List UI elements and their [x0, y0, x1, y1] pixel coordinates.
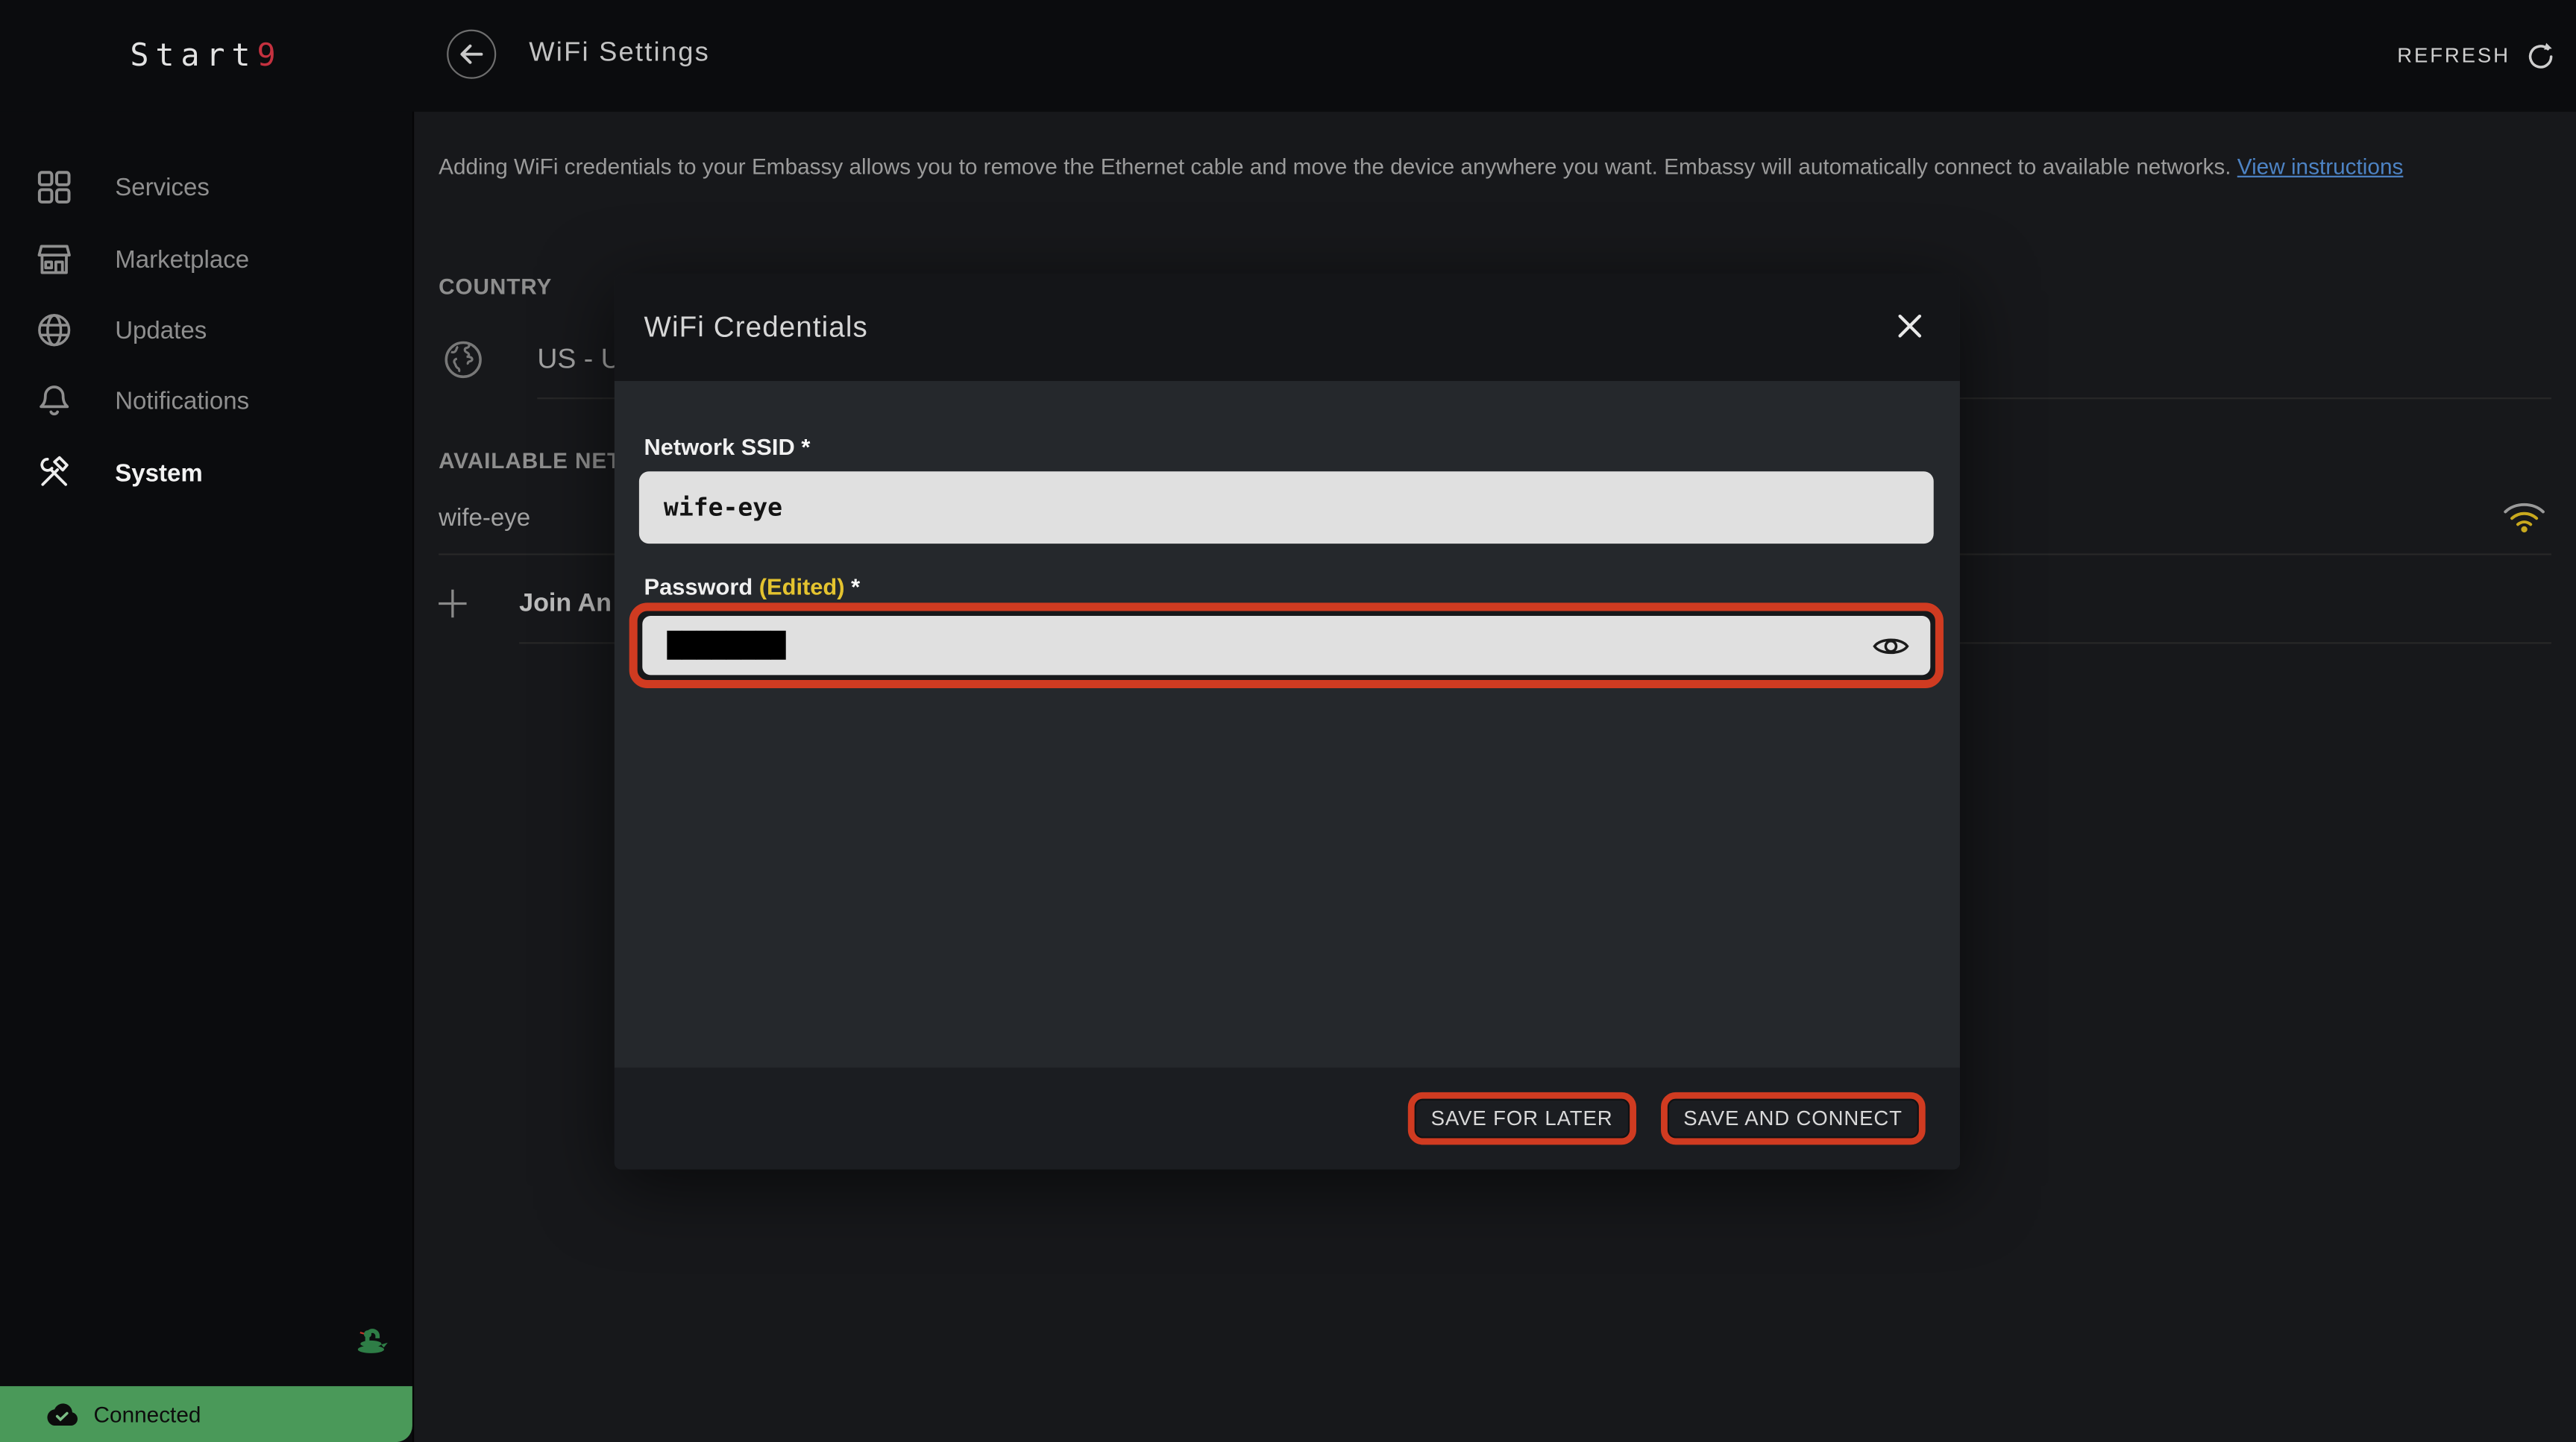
- app-window: Services Marketplace Updates: [0, 0, 2576, 1442]
- sidebar: Services Marketplace Updates: [0, 0, 414, 1442]
- app-logo: Start9: [0, 0, 412, 112]
- status-label: Connected: [94, 1402, 201, 1426]
- close-button[interactable]: [1881, 297, 1937, 353]
- sidebar-item-updates[interactable]: Updates: [0, 294, 412, 366]
- toggle-password-visibility-button[interactable]: [1868, 627, 1914, 663]
- grid-icon: [34, 168, 74, 207]
- join-network-button[interactable]: Join An: [519, 590, 612, 620]
- annotation-highlight-save-for-later: SAVE FOR LATER: [1408, 1092, 1636, 1145]
- annotation-highlight-password: [629, 602, 1944, 688]
- ssid-field-label: Network SSID *: [644, 434, 810, 460]
- password-input[interactable]: [642, 616, 1930, 675]
- topbar: Start9 WiFi Settings REFRESH: [0, 0, 2576, 112]
- sidebar-item-notifications[interactable]: Notifications: [0, 365, 412, 437]
- snake-mascot-icon: [354, 1322, 389, 1363]
- networks-heading: AVAILABLE NET: [439, 448, 621, 473]
- arrow-left-icon: [456, 40, 486, 69]
- storefront-icon: [34, 240, 74, 280]
- save-for-later-button[interactable]: SAVE FOR LATER: [1416, 1101, 1628, 1136]
- earth-icon: [442, 339, 485, 389]
- view-instructions-link[interactable]: View instructions: [2237, 154, 2404, 179]
- network-list-item[interactable]: wife-eye: [439, 504, 530, 532]
- eye-icon: [1871, 632, 1911, 659]
- modal-footer: SAVE FOR LATER SAVE AND CONNECT: [615, 1068, 1960, 1170]
- bell-icon: [34, 381, 74, 421]
- sidebar-item-label: Updates: [115, 316, 207, 344]
- back-button[interactable]: [447, 30, 496, 79]
- close-icon: [1895, 311, 1923, 339]
- sidebar-item-label: Services: [115, 173, 210, 201]
- refresh-label: REFRESH: [2397, 44, 2510, 67]
- tools-icon: [34, 453, 74, 493]
- edited-tag: (Edited): [759, 573, 845, 599]
- intro-text: Adding WiFi credentials to your Embassy …: [439, 149, 2440, 183]
- modal-body: Network SSID * Password (Edited) *: [615, 381, 1960, 1068]
- sidebar-item-label: System: [115, 459, 203, 487]
- password-field-label: Password (Edited) *: [644, 573, 860, 599]
- wifi-signal-icon: [2501, 497, 2548, 541]
- save-and-connect-button[interactable]: SAVE AND CONNECT: [1668, 1101, 1917, 1136]
- sidebar-item-label: Marketplace: [115, 245, 249, 273]
- page-title: WiFi Settings: [529, 38, 710, 69]
- status-badge: Connected: [0, 1386, 412, 1442]
- country-heading: COUNTRY: [439, 274, 552, 299]
- cloud-check-icon: [44, 1401, 80, 1427]
- sidebar-item-marketplace[interactable]: Marketplace: [0, 224, 412, 296]
- sidebar-item-services[interactable]: Services: [0, 151, 412, 224]
- plus-icon: [436, 586, 470, 629]
- modal-header: WiFi Credentials: [615, 274, 1960, 381]
- wifi-credentials-modal: WiFi Credentials Network SSID * Password…: [615, 274, 1960, 1170]
- refresh-icon: [2525, 40, 2557, 72]
- annotation-highlight-save-and-connect: SAVE AND CONNECT: [1660, 1092, 1925, 1145]
- sidebar-item-label: Notifications: [115, 387, 249, 415]
- globe-wire-icon: [34, 310, 74, 350]
- sidebar-item-system[interactable]: System: [0, 437, 412, 509]
- refresh-button[interactable]: REFRESH: [2397, 0, 2556, 112]
- modal-title: WiFi Credentials: [644, 310, 867, 344]
- screen: Services Marketplace Updates: [0, 0, 2576, 1442]
- ssid-input[interactable]: [639, 471, 1934, 544]
